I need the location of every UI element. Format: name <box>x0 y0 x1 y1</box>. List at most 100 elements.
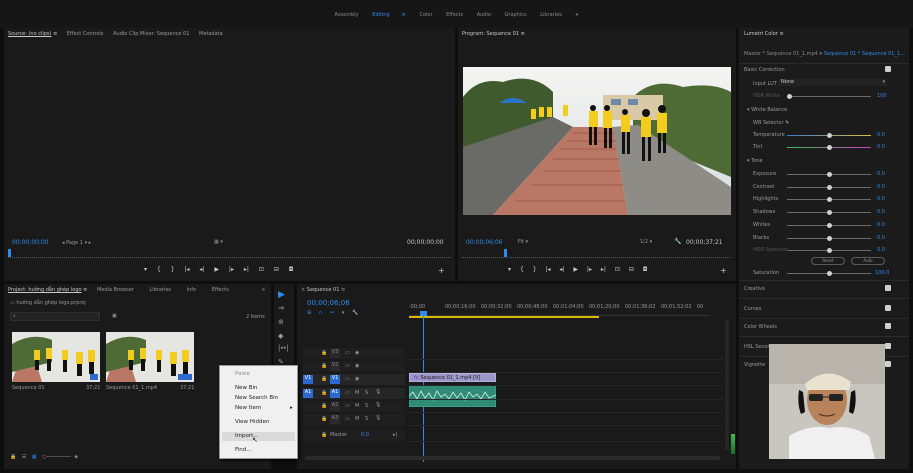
horizontal-scrollbar[interactable] <box>305 456 720 460</box>
tone-slider-2[interactable] <box>787 197 871 203</box>
go-to-in-icon[interactable]: |◂ <box>184 266 189 273</box>
mark-out-icon[interactable]: } <box>171 266 175 273</box>
program-go-to-in-icon[interactable]: |◂ <box>545 266 550 273</box>
track-select-tool-icon[interactable]: ⇥ <box>278 304 284 312</box>
tone-slider-0[interactable] <box>787 172 871 177</box>
ripple-edit-tool-icon[interactable]: ⊕ <box>278 318 284 326</box>
audio-sync-icon[interactable]: ▭ <box>345 390 350 396</box>
tone-slider-knob-0[interactable] <box>827 172 832 177</box>
track-header[interactable]: V1 🔒 V1 ◉ ▭ <box>303 374 405 385</box>
program-timecode-left[interactable]: 00;00;06;06 <box>466 239 503 246</box>
step-back-icon[interactable]: ◂| <box>199 266 204 273</box>
tab-sequence[interactable]: Sequence 01 <box>307 287 340 293</box>
track-lock-icon[interactable]: 🔒 <box>321 432 327 438</box>
white-balance-header[interactable]: ▾ White Balance <box>747 107 787 113</box>
tone-slider-knob-6[interactable] <box>827 248 832 254</box>
tone-value-3[interactable]: 0.0 <box>877 209 885 215</box>
tab-effects[interactable]: Effects <box>212 287 229 293</box>
source-add-button[interactable]: + <box>438 266 445 275</box>
solo-icon[interactable]: S <box>365 416 368 422</box>
master-volume-value[interactable]: 0.0 <box>361 432 369 438</box>
track-header[interactable]: A1 🔒 A1 M S 🎙 ▭ <box>303 388 405 399</box>
program-scrubber[interactable] <box>462 250 732 258</box>
track-lock-icon[interactable]: 🔒 <box>321 363 327 369</box>
program-step-back-icon[interactable]: ◂| <box>559 266 564 273</box>
program-settings-icon[interactable]: 🔧 <box>674 238 681 245</box>
eye-icon[interactable]: ◉ <box>355 363 359 369</box>
tone-value-6[interactable]: 0.0 <box>877 247 885 253</box>
menu-item-find[interactable]: Find... <box>235 447 252 453</box>
color-wheels-checkbox[interactable] <box>885 323 891 329</box>
track-target-A1[interactable]: A1 <box>330 389 340 398</box>
tone-value-2[interactable]: 0.0 <box>877 196 885 202</box>
workspace-color[interactable]: Color <box>419 12 432 18</box>
workspace-audio[interactable]: Audio <box>477 12 491 18</box>
timeline-timecode[interactable]: 00;00;06;06 <box>307 299 350 307</box>
insert-icon[interactable]: ⊡ <box>259 266 264 273</box>
vignette-checkbox[interactable] <box>885 361 891 367</box>
tone-slider-knob-1[interactable] <box>827 184 832 190</box>
track-lock-icon[interactable]: 🔒 <box>321 350 327 356</box>
tab-audio-clip-mixer[interactable]: Audio Clip Mixer: Sequence 01 <box>113 31 189 37</box>
hdr-white-slider[interactable] <box>787 94 871 99</box>
track-lock-icon[interactable]: 🔒 <box>321 416 327 422</box>
camera-icon[interactable]: ◘ <box>289 266 294 273</box>
tab-info[interactable]: Info <box>187 287 196 293</box>
timeline-playhead-head[interactable] <box>420 311 427 316</box>
program-fit-select[interactable]: Fit ▾ <box>518 239 528 245</box>
microphone-icon[interactable]: 🎙 <box>375 415 381 421</box>
eye-icon[interactable]: ◉ <box>355 350 359 356</box>
mute-icon[interactable]: M <box>355 416 359 422</box>
curves-header[interactable]: Curves <box>744 306 761 312</box>
track-header[interactable]: 🔒 V2 ◉ ▭ <box>303 361 405 372</box>
play-icon[interactable]: ▶ <box>214 266 219 273</box>
mark-in-icon[interactable]: { <box>157 266 161 273</box>
list-view-icon[interactable]: ☰ <box>22 454 26 460</box>
tone-header[interactable]: ▾ Tone <box>747 158 763 164</box>
track-header[interactable]: 🔒 A3 M S 🎙 ▭ <box>303 414 405 425</box>
tone-slider-3[interactable] <box>787 210 871 216</box>
video-clip[interactable]: fx Sequence 01_1.mp4 [V] <box>409 373 496 382</box>
tab-project[interactable]: Project: hướng dẫn ghép logo <box>8 287 82 293</box>
track-target-A3[interactable]: A3 <box>330 415 340 424</box>
track-target-V1[interactable]: V1 <box>330 375 340 384</box>
tone-value-4[interactable]: 0.0 <box>877 222 885 228</box>
new-bin-from-search-icon[interactable]: ▣ <box>112 313 117 319</box>
icon-view-icon[interactable]: ▦ <box>32 454 37 460</box>
step-forward-icon[interactable]: |▸ <box>229 266 234 273</box>
tone-value-0[interactable]: 0.0 <box>877 171 885 177</box>
linked-selection-icon[interactable]: ⚯ <box>330 310 334 316</box>
eye-icon[interactable]: ◉ <box>355 376 359 382</box>
lumetri-master-clip[interactable]: Master * Sequence 01_1.mp4 ▾ Sequence 01… <box>744 51 905 57</box>
tone-slider-1[interactable] <box>787 184 871 190</box>
tab-program[interactable]: Program: Sequence 01 <box>462 31 519 37</box>
tone-slider-knob-2[interactable] <box>827 197 832 203</box>
saturation-value[interactable]: 100.0 <box>875 270 889 276</box>
source-timecode-left[interactable]: 00;00;00;00 <box>12 239 49 246</box>
timeline-scrollbar[interactable] <box>725 320 729 450</box>
tint-value[interactable]: 0.0 <box>877 144 885 150</box>
track-target-V2[interactable]: V2 <box>330 362 340 371</box>
search-input[interactable]: ⌕ <box>10 312 100 321</box>
work-area-bar[interactable] <box>409 316 599 318</box>
menu-item-new-item[interactable]: New Item <box>235 405 261 411</box>
toggle-sync-lock-icon[interactable]: ▭ <box>345 376 350 382</box>
clip-thumbnail-sequence[interactable] <box>12 332 100 382</box>
workspace-libraries[interactable]: Libraries <box>540 12 562 18</box>
tone-slider-knob-5[interactable] <box>827 235 832 241</box>
tone-slider-5[interactable] <box>787 235 871 241</box>
workspace-menu-icon[interactable]: ≡ <box>402 12 406 18</box>
tone-slider-knob-3[interactable] <box>827 210 832 216</box>
tab-source[interactable]: Source: (no clips) <box>8 31 51 37</box>
track-header[interactable]: 🔒 V3 ◉ ▭ <box>303 348 405 359</box>
track-lock-icon[interactable]: 🔒 <box>321 403 327 409</box>
eyedropper-icon[interactable]: ✎ <box>784 120 789 126</box>
track-target-V3[interactable]: V3 <box>330 349 340 358</box>
hsl-secondary-checkbox[interactable] <box>885 343 891 349</box>
audio-sync-icon[interactable]: ▭ <box>345 416 350 422</box>
menu-item-new-search-bin[interactable]: New Search Bin <box>235 395 278 401</box>
timeline-ruler[interactable]: :00;00 00;00;16;00 00;00;32;00 00;00;48;00 0… <box>409 304 709 316</box>
nest-icon[interactable]: ⊞ <box>307 310 311 316</box>
track-lock-icon[interactable]: 🔒 <box>321 390 327 396</box>
workspace-assembly[interactable]: Assembly <box>335 12 359 18</box>
